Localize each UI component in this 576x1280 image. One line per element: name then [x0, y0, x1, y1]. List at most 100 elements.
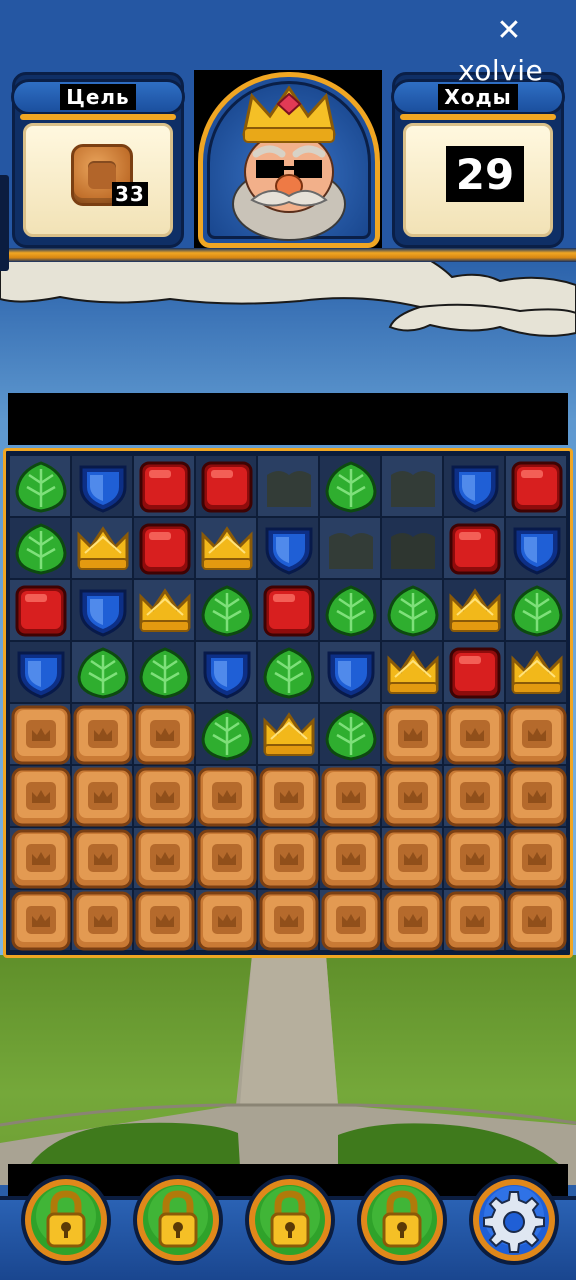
wooden-crate-blocker-icon[interactable] [383, 891, 443, 951]
board-cell[interactable] [443, 455, 505, 517]
wooden-crate-blocker-icon[interactable] [321, 767, 381, 827]
board-cell[interactable] [9, 765, 71, 827]
board-cell[interactable] [71, 827, 133, 889]
leaf-gem-icon[interactable] [73, 643, 133, 703]
board-cell[interactable] [505, 455, 567, 517]
board-cell[interactable] [319, 889, 381, 951]
leaf-gem-icon[interactable] [321, 581, 381, 641]
board-cell[interactable] [9, 703, 71, 765]
board-cell[interactable] [381, 641, 443, 703]
board-cell[interactable] [133, 827, 195, 889]
board-cell[interactable] [443, 703, 505, 765]
board-cell[interactable] [133, 455, 195, 517]
crown-gem-icon[interactable] [135, 581, 195, 641]
red-cube-gem-icon[interactable] [11, 581, 71, 641]
board-cell[interactable] [257, 517, 319, 579]
board-cell[interactable] [505, 703, 567, 765]
wooden-crate-blocker-icon[interactable] [321, 829, 381, 889]
wooden-crate-blocker-icon[interactable] [197, 891, 257, 951]
wooden-crate-blocker-icon[interactable] [73, 891, 133, 951]
wooden-crate-blocker-icon[interactable] [135, 705, 195, 765]
board-cell[interactable] [381, 765, 443, 827]
board-cell[interactable] [319, 455, 381, 517]
crown-gem-icon[interactable] [383, 643, 443, 703]
wooden-crate-blocker-icon[interactable] [383, 829, 443, 889]
wooden-crate-blocker-icon[interactable] [259, 829, 319, 889]
locked-booster-button[interactable] [242, 1172, 338, 1268]
shield-gem-icon[interactable] [445, 457, 505, 517]
wooden-crate-blocker-icon[interactable] [73, 829, 133, 889]
board-cell[interactable] [195, 765, 257, 827]
leaf-gem-icon[interactable] [197, 581, 257, 641]
wooden-crate-blocker-icon[interactable] [507, 829, 567, 889]
board-cell[interactable] [9, 517, 71, 579]
shield-gem-icon[interactable] [11, 643, 71, 703]
board-cell[interactable] [443, 765, 505, 827]
board-cell[interactable] [133, 641, 195, 703]
board-cell[interactable] [195, 455, 257, 517]
board-cell[interactable] [319, 827, 381, 889]
wooden-crate-blocker-icon[interactable] [73, 705, 133, 765]
locked-booster-button[interactable] [18, 1172, 114, 1268]
board-cell[interactable] [381, 889, 443, 951]
board-cell[interactable] [9, 827, 71, 889]
shield-gem-icon[interactable] [321, 643, 381, 703]
board-cell[interactable] [195, 703, 257, 765]
leaf-gem-icon[interactable] [321, 457, 381, 517]
red-cube-gem-icon[interactable] [259, 581, 319, 641]
board-cell[interactable] [71, 765, 133, 827]
red-cube-gem-icon[interactable] [507, 457, 567, 517]
locked-booster-button[interactable] [130, 1172, 226, 1268]
leaf-gem-icon[interactable] [135, 643, 195, 703]
crown-gem-icon[interactable] [73, 519, 133, 579]
leaf-gem-icon[interactable] [11, 519, 71, 579]
wooden-crate-blocker-icon[interactable] [197, 767, 257, 827]
red-cube-gem-icon[interactable] [135, 457, 195, 517]
board-cell[interactable] [71, 455, 133, 517]
board-cell[interactable] [381, 455, 443, 517]
wooden-crate-blocker-icon[interactable] [507, 767, 567, 827]
wooden-crate-blocker-icon[interactable] [445, 767, 505, 827]
red-cube-gem-icon[interactable] [445, 519, 505, 579]
wooden-crate-blocker-icon[interactable] [73, 767, 133, 827]
leaf-gem-icon[interactable] [11, 457, 71, 517]
wooden-crate-blocker-icon[interactable] [445, 705, 505, 765]
shield-gem-icon[interactable] [259, 519, 319, 579]
crown-gem-icon[interactable] [507, 643, 567, 703]
red-cube-gem-icon[interactable] [197, 457, 257, 517]
board-cell[interactable] [257, 889, 319, 951]
wooden-crate-blocker-icon[interactable] [259, 767, 319, 827]
board-cell[interactable] [133, 579, 195, 641]
board-cell[interactable] [133, 765, 195, 827]
leaf-gem-icon[interactable] [321, 705, 381, 765]
crown-gem-icon[interactable] [259, 705, 319, 765]
wooden-crate-blocker-icon[interactable] [445, 829, 505, 889]
locked-booster-button[interactable] [354, 1172, 450, 1268]
board-cell[interactable] [9, 579, 71, 641]
crown-gem-icon[interactable] [197, 519, 257, 579]
board-cell[interactable] [319, 765, 381, 827]
wooden-crate-blocker-icon[interactable] [135, 829, 195, 889]
board-cell[interactable] [443, 641, 505, 703]
board-cell[interactable] [443, 827, 505, 889]
board-cell[interactable] [319, 517, 381, 579]
board-cell[interactable] [505, 889, 567, 951]
board-cell[interactable] [71, 703, 133, 765]
wooden-crate-blocker-icon[interactable] [11, 705, 71, 765]
board-cell[interactable] [257, 703, 319, 765]
board-cell[interactable] [195, 517, 257, 579]
board-cell[interactable] [257, 455, 319, 517]
board-cell[interactable] [195, 889, 257, 951]
board-cell[interactable] [381, 703, 443, 765]
board-cell[interactable] [9, 455, 71, 517]
board-cell[interactable] [319, 703, 381, 765]
board-cell[interactable] [505, 579, 567, 641]
board-cell[interactable] [443, 517, 505, 579]
wooden-crate-blocker-icon[interactable] [507, 705, 567, 765]
board-cell[interactable] [505, 827, 567, 889]
wooden-crate-blocker-icon[interactable] [321, 891, 381, 951]
wooden-crate-blocker-icon[interactable] [135, 767, 195, 827]
red-cube-gem-icon[interactable] [445, 643, 505, 703]
board-cell[interactable] [381, 827, 443, 889]
wooden-crate-blocker-icon[interactable] [11, 829, 71, 889]
